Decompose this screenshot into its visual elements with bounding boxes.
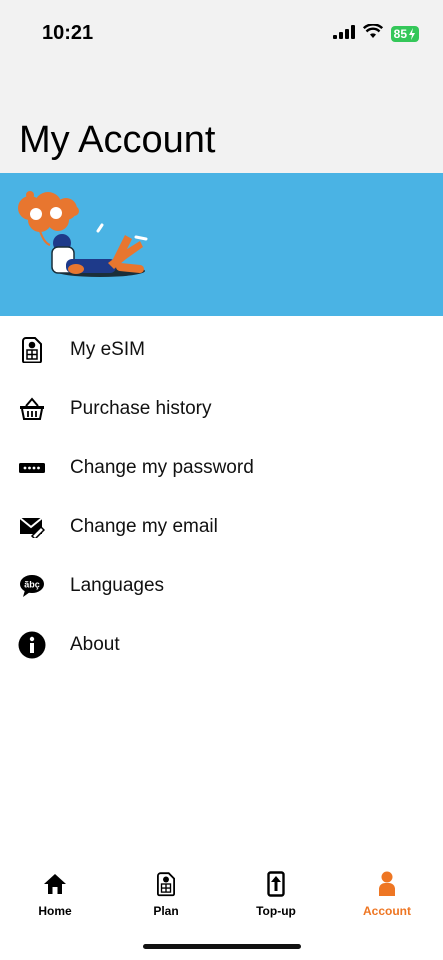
- account-banner: [0, 173, 443, 316]
- language-bubble-icon: ãbç: [18, 572, 46, 600]
- menu-item-about[interactable]: About: [0, 615, 443, 674]
- menu-item-label: Change my password: [70, 456, 254, 478]
- tab-account[interactable]: Account: [332, 870, 442, 918]
- svg-text:ãbç: ãbç: [24, 579, 40, 589]
- tab-home[interactable]: Home: [0, 870, 110, 918]
- battery-icon: 85: [390, 26, 419, 42]
- page-title: My Account: [19, 119, 216, 161]
- sim-card-icon: [18, 336, 46, 364]
- page-header: My Account: [0, 70, 443, 173]
- info-icon: [18, 631, 46, 659]
- menu-item-label: Purchase history: [70, 397, 212, 419]
- menu-item-change-email[interactable]: Change my email: [0, 497, 443, 556]
- menu-item-label: Change my email: [70, 515, 218, 537]
- menu-item-label: About: [70, 633, 120, 655]
- tab-top-up[interactable]: Top-up: [221, 870, 331, 918]
- tab-label: Home: [38, 904, 72, 918]
- password-icon: [18, 454, 46, 482]
- banner-illustration: [18, 191, 148, 277]
- account-menu: My eSIM Purchase history Change my passw…: [0, 320, 443, 674]
- home-icon: [43, 870, 67, 898]
- signal-icon: [332, 24, 355, 44]
- menu-item-purchase-history[interactable]: Purchase history: [0, 379, 443, 438]
- status-icons: 85: [332, 23, 419, 44]
- menu-item-label: My eSIM: [70, 338, 145, 360]
- status-time: 10:21: [42, 22, 94, 44]
- tab-label: Plan: [153, 904, 179, 918]
- tab-plan[interactable]: Plan: [111, 870, 221, 918]
- menu-item-my-esim[interactable]: My eSIM: [0, 320, 443, 379]
- basket-icon: [18, 395, 46, 423]
- sim-card-icon: [157, 870, 175, 898]
- tab-label: Account: [363, 904, 411, 918]
- menu-item-change-password[interactable]: Change my password: [0, 438, 443, 497]
- menu-item-label: Languages: [70, 574, 165, 596]
- battery-level: 85: [393, 27, 407, 41]
- tab-label: Top-up: [256, 904, 296, 918]
- email-icon: [18, 513, 46, 541]
- menu-item-languages[interactable]: ãbç Languages: [0, 556, 443, 615]
- person-icon: [378, 870, 396, 898]
- status-bar: 10:21 85: [0, 0, 443, 70]
- home-indicator[interactable]: [143, 944, 301, 949]
- wifi-icon: [362, 23, 383, 44]
- topup-phone-icon: [267, 870, 285, 898]
